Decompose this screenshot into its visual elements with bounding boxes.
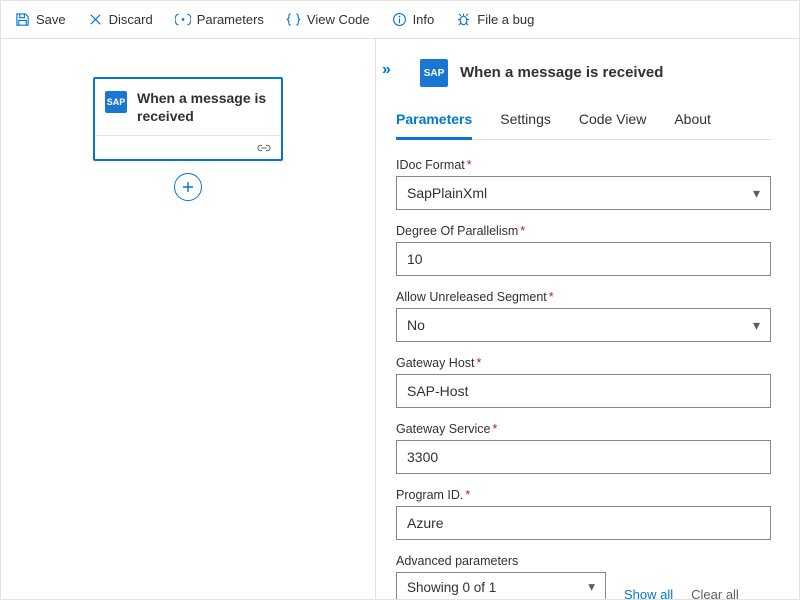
field-gateway-host: Gateway Host*	[396, 356, 771, 408]
view-code-button[interactable]: View Code	[276, 8, 380, 31]
degree-parallelism-label: Degree Of Parallelism*	[396, 224, 771, 238]
save-label: Save	[36, 12, 66, 27]
field-program-id: Program ID.*	[396, 488, 771, 540]
field-allow-unreleased: Allow Unreleased Segment* No ▾	[396, 290, 771, 342]
parameters-label: Parameters	[197, 12, 264, 27]
braces-icon	[286, 12, 301, 27]
panel-header: SAP When a message is received	[420, 57, 771, 87]
discard-label: Discard	[109, 12, 153, 27]
view-code-label: View Code	[307, 12, 370, 27]
degree-parallelism-input[interactable]	[396, 242, 771, 276]
save-button[interactable]: Save	[5, 8, 76, 31]
tab-code-view[interactable]: Code View	[579, 105, 646, 139]
trigger-node-header: SAP When a message is received	[95, 79, 281, 135]
file-bug-label: File a bug	[477, 12, 534, 27]
advanced-parameters-select[interactable]: Showing 0 of 1 ▾	[396, 572, 606, 599]
save-icon	[15, 12, 30, 27]
trigger-node-footer	[95, 135, 281, 159]
file-bug-button[interactable]: File a bug	[446, 8, 544, 31]
bug-icon	[456, 12, 471, 27]
tab-parameters[interactable]: Parameters	[396, 105, 472, 140]
advanced-parameters-label: Advanced parameters	[396, 554, 771, 568]
allow-unreleased-value: No	[407, 317, 425, 333]
chevron-down-icon: ▾	[753, 317, 760, 334]
advanced-parameters-value: Showing 0 of 1	[407, 580, 496, 595]
gateway-host-label: Gateway Host*	[396, 356, 771, 370]
program-id-input[interactable]	[396, 506, 771, 540]
field-idoc-format: IDoc Format* SapPlainXml ▾	[396, 158, 771, 210]
idoc-format-label: IDoc Format*	[396, 158, 771, 172]
properties-panel: » SAP When a message is received Paramet…	[376, 39, 799, 599]
toolbar: Save Discard Parameters View Code Info F…	[1, 1, 799, 39]
chevron-down-icon: ▾	[753, 185, 760, 202]
content-area: SAP When a message is received » SAP Whe…	[1, 39, 799, 599]
sap-icon: SAP	[420, 59, 448, 87]
chevron-down-icon: ▾	[588, 579, 595, 595]
program-id-label: Program ID.*	[396, 488, 771, 502]
info-button[interactable]: Info	[382, 8, 445, 31]
advanced-parameters-section: Advanced parameters Showing 0 of 1 ▾ Sho…	[396, 554, 771, 599]
info-label: Info	[413, 12, 435, 27]
sap-icon: SAP	[105, 91, 127, 113]
allow-unreleased-label: Allow Unreleased Segment*	[396, 290, 771, 304]
field-degree-parallelism: Degree Of Parallelism*	[396, 224, 771, 276]
idoc-format-value: SapPlainXml	[407, 185, 487, 201]
show-all-link[interactable]: Show all	[624, 587, 673, 599]
trigger-node-title: When a message is received	[137, 89, 269, 125]
link-icon	[257, 142, 271, 154]
discard-button[interactable]: Discard	[78, 8, 163, 31]
gateway-service-label: Gateway Service*	[396, 422, 771, 436]
close-icon	[88, 12, 103, 27]
add-step-button[interactable]	[174, 173, 202, 201]
panel-tabs: Parameters Settings Code View About	[396, 105, 771, 140]
gateway-service-input[interactable]	[396, 440, 771, 474]
idoc-format-select[interactable]: SapPlainXml ▾	[396, 176, 771, 210]
gateway-host-input[interactable]	[396, 374, 771, 408]
collapse-panel-icon[interactable]: »	[382, 61, 389, 79]
trigger-node[interactable]: SAP When a message is received	[93, 77, 283, 161]
allow-unreleased-select[interactable]: No ▾	[396, 308, 771, 342]
tab-settings[interactable]: Settings	[500, 105, 551, 139]
panel-title: When a message is received	[460, 64, 663, 81]
parameters-icon	[175, 12, 191, 27]
info-icon	[392, 12, 407, 27]
parameters-button[interactable]: Parameters	[165, 8, 274, 31]
designer-canvas: SAP When a message is received	[1, 39, 376, 599]
clear-all-link[interactable]: Clear all	[691, 587, 739, 599]
tab-about[interactable]: About	[674, 105, 711, 139]
field-gateway-service: Gateway Service*	[396, 422, 771, 474]
